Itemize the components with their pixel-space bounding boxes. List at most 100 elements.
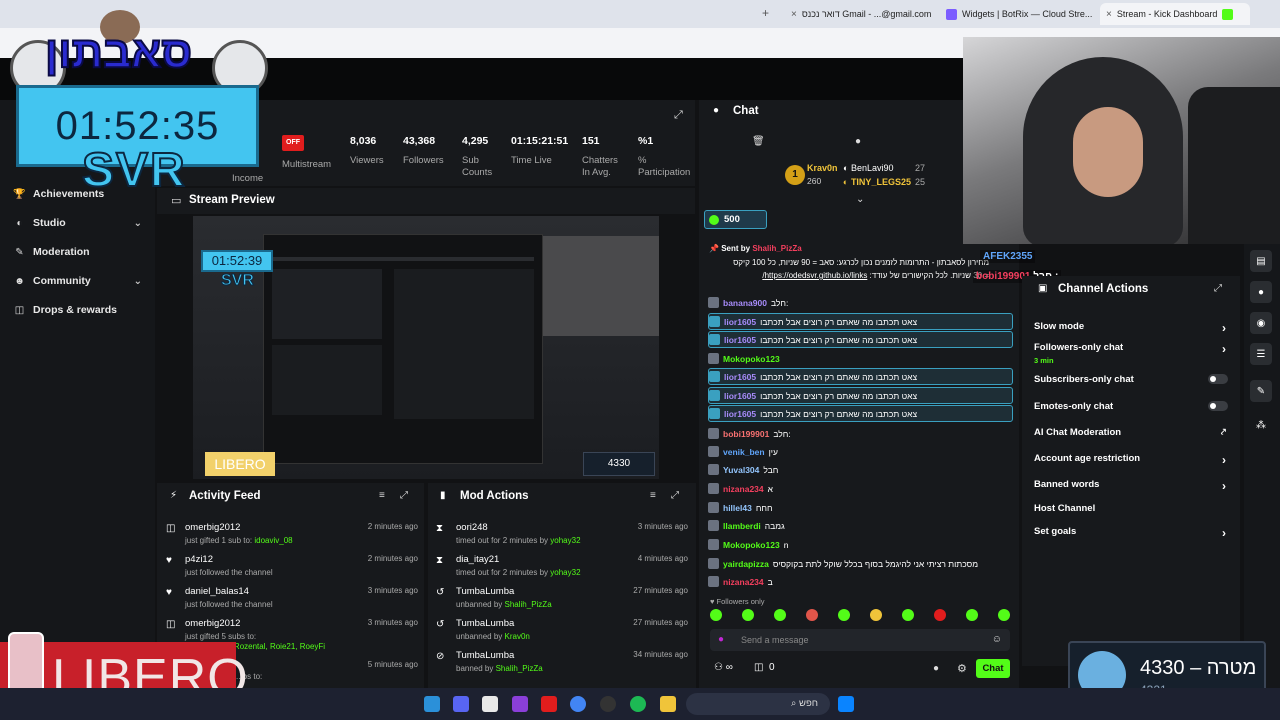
sidebar-item-drops[interactable]: ◫ Drops & rewards: [14, 300, 142, 320]
moderator-user[interactable]: Shalih_PizZa: [496, 664, 543, 673]
filter-icon[interactable]: ≡: [650, 490, 656, 501]
taskbar-search[interactable]: חפש ⌕: [686, 693, 830, 715]
windows-start-icon[interactable]: [838, 696, 854, 712]
chat-username[interactable]: Mokopoko123: [723, 354, 780, 364]
close-icon[interactable]: ×: [791, 9, 797, 20]
expand-icon[interactable]: ⤢: [674, 105, 683, 123]
channel-action-row[interactable]: Followers-only chat 3 min ›: [1034, 342, 1230, 365]
chat-message[interactable]: Mokopoko123 n: [708, 536, 1013, 553]
send-chat-button[interactable]: Chat: [976, 659, 1010, 678]
emote-icon[interactable]: [774, 609, 786, 621]
emote-icon[interactable]: [966, 609, 978, 621]
channel-action-row[interactable]: Slow mode ›: [1034, 321, 1230, 335]
rail-broadcast-icon[interactable]: ◉: [1250, 312, 1272, 334]
chevron-right-icon[interactable]: ›: [1222, 479, 1226, 493]
emote-icon[interactable]: [742, 609, 754, 621]
chat-username[interactable]: llamberdi: [723, 521, 761, 531]
chat-username[interactable]: yairdapizza: [723, 559, 769, 569]
gifter-name[interactable]: TINY_LEGS25: [851, 177, 911, 187]
obs-icon[interactable]: [600, 696, 616, 712]
chat-username[interactable]: lior1605: [724, 409, 756, 419]
new-tab-icon[interactable]: +: [762, 6, 769, 20]
moderator-user[interactable]: yohay32: [550, 536, 580, 545]
chevron-right-icon[interactable]: ›: [1222, 321, 1226, 335]
chat-message[interactable]: hillel43 חחח: [708, 499, 1013, 516]
moderator-user[interactable]: yohay32: [550, 568, 580, 577]
chat-username[interactable]: hillel43: [723, 503, 752, 513]
app-icon[interactable]: [541, 696, 557, 712]
browser-tab-gmail[interactable]: × דואר נכנס Gmail - ...@gmail.com: [785, 3, 933, 25]
channel-action-row[interactable]: Emotes-only chat: [1034, 401, 1230, 412]
pinned-link[interactable]: https://odedsvr.github.io/links/: [762, 271, 867, 280]
channel-action-row[interactable]: Account age restriction ›: [1034, 453, 1230, 467]
browser-tab-botrix[interactable]: Widgets | BotRix — Cloud Stre...: [940, 3, 1098, 25]
emote-icon[interactable]: [998, 609, 1010, 621]
external-link-icon[interactable]: ⤤: [1221, 427, 1226, 438]
chevron-right-icon[interactable]: ›: [1222, 526, 1226, 540]
expand-icon[interactable]: ⤢: [1214, 283, 1222, 294]
chat-username[interactable]: lior1605: [724, 317, 756, 327]
rail-list-icon[interactable]: ☰: [1250, 343, 1272, 365]
file-explorer-icon[interactable]: [660, 696, 676, 712]
chat-message[interactable]: bobi199901 חלב:: [708, 425, 1013, 442]
sidebar-item-studio[interactable]: ◐ Studio ⌄: [14, 213, 142, 233]
discord-icon[interactable]: [453, 696, 469, 712]
rail-chat-icon[interactable]: ●: [1250, 281, 1272, 303]
chat-username[interactable]: lior1605: [724, 335, 756, 345]
chat-message[interactable]: lior1605 צאט תכתבו מה שאתם רק רוצים אבל ת…: [708, 368, 1013, 385]
moderator-user[interactable]: Krav0n: [505, 632, 530, 641]
channel-action-row[interactable]: Set goals ›: [1034, 526, 1230, 540]
expand-icon[interactable]: ⤢: [400, 490, 408, 501]
browser-tab-kick[interactable]: × Stream - Kick Dashboard: [1100, 3, 1250, 25]
settings-icon[interactable]: ⚙: [957, 662, 967, 675]
chat-settings-icon[interactable]: ●: [855, 136, 861, 147]
chat-message[interactable]: yairdapizza מסכתות רציתי אני להיגמל בסוף …: [708, 555, 1013, 572]
chat-username[interactable]: venik_ben: [723, 447, 765, 457]
rail-apps-icon[interactable]: ⁂: [1250, 414, 1272, 436]
activity-target-user[interactable]: idoaviv_08: [254, 536, 292, 545]
gifter-name[interactable]: BenLavi90: [851, 163, 894, 173]
pinned-gift-amount[interactable]: 500: [704, 210, 767, 229]
emote-icon[interactable]: [870, 609, 882, 621]
emote-icon[interactable]: [902, 609, 914, 621]
channel-action-row[interactable]: Host Channel: [1034, 503, 1230, 514]
telegram-icon[interactable]: [424, 696, 440, 712]
moderator-user[interactable]: Shalih_PizZa: [505, 600, 552, 609]
snipping-icon[interactable]: [482, 696, 498, 712]
chevron-right-icon[interactable]: ›: [1222, 342, 1226, 356]
chat-username[interactable]: lior1605: [724, 391, 756, 401]
chat-bubble-icon[interactable]: ●: [933, 663, 939, 674]
chevron-down-icon[interactable]: ⌄: [856, 194, 864, 205]
close-icon[interactable]: ×: [1106, 9, 1112, 20]
emoji-icon[interactable]: ☺: [992, 634, 1002, 645]
rail-document-icon[interactable]: ▤: [1250, 250, 1272, 272]
chat-username[interactable]: lior1605: [724, 372, 756, 382]
emote-icon[interactable]: [838, 609, 850, 621]
chat-username[interactable]: Mokopoko123: [723, 540, 780, 550]
rail-wrench-icon[interactable]: ✎: [1250, 380, 1272, 402]
chat-message[interactable]: llamberdi גמבה: [708, 517, 1013, 534]
spotify-icon[interactable]: [630, 696, 646, 712]
channel-action-row[interactable]: Subscribers-only chat: [1034, 374, 1230, 385]
sidebar-item-community[interactable]: ☻ Community ⌄: [14, 271, 142, 291]
toggle-switch[interactable]: [1208, 401, 1228, 411]
expand-icon[interactable]: ⤢: [671, 490, 679, 501]
toggle-switch[interactable]: [1208, 374, 1228, 384]
chrome-icon[interactable]: [570, 696, 586, 712]
chat-username[interactable]: Yuval304: [723, 465, 759, 475]
chat-message[interactable]: banana900 חלב:: [708, 294, 1013, 311]
emote-icon[interactable]: [806, 609, 818, 621]
emote-icon[interactable]: [710, 609, 722, 621]
chat-message[interactable]: nizana234 א: [708, 480, 1013, 497]
stream-preview[interactable]: 01:52:39 SVR LIBERO 4330: [193, 216, 659, 479]
chat-message[interactable]: lior1605 צאט תכתבו מה שאתם רק רוצים אבל ת…: [708, 405, 1013, 422]
chat-username[interactable]: banana900: [723, 298, 767, 308]
chat-username[interactable]: nizana234: [723, 577, 764, 587]
trash-icon[interactable]: 🗑: [752, 136, 765, 147]
chat-message[interactable]: Yuval304 חבל: [708, 461, 1013, 478]
chevron-right-icon[interactable]: ›: [1222, 453, 1226, 467]
chat-message[interactable]: lior1605 צאט תכתבו מה שאתם רק רוצים אבל ת…: [708, 387, 1013, 404]
channel-action-row[interactable]: AI Chat Moderation ⤤: [1034, 427, 1230, 438]
emote-icon[interactable]: [934, 609, 946, 621]
chat-message[interactable]: venik_ben עין: [708, 443, 1013, 460]
